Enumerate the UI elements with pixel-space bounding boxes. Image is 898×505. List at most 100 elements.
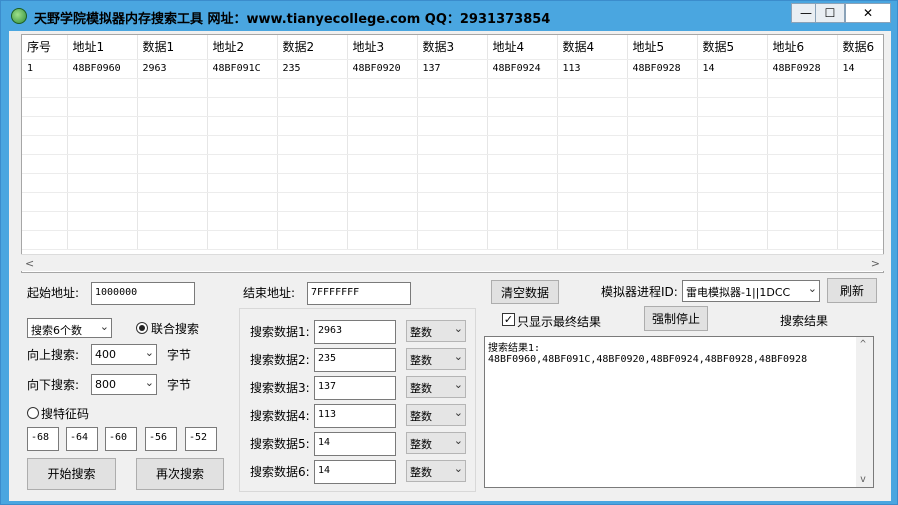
data-type-value-1: 整数	[410, 326, 432, 339]
offset-input-2[interactable]: -64	[66, 427, 98, 451]
search-again-button[interactable]: 再次搜索	[136, 458, 224, 490]
data-type-value-2: 整数	[410, 354, 432, 367]
offset-input-3[interactable]: -60	[105, 427, 137, 451]
process-select-value: 雷电模拟器-1||1DCC	[686, 286, 791, 299]
app-globe-icon	[11, 8, 27, 24]
search-data-label-6: 搜索数据6:	[250, 465, 310, 479]
chevron-down-icon: ⌄	[453, 350, 463, 363]
search-data-label-4: 搜索数据4:	[250, 409, 310, 423]
chevron-down-icon: ⌄	[144, 346, 154, 359]
refresh-button[interactable]: 刷新	[827, 278, 877, 303]
offset-input-5[interactable]: -52	[185, 427, 217, 451]
clear-data-button[interactable]: 清空数据	[491, 280, 559, 304]
table-row[interactable]	[22, 154, 883, 174]
search-count-value: 搜索6个数	[31, 324, 82, 337]
scroll-down-icon[interactable]: v	[860, 474, 866, 485]
table-row[interactable]	[22, 97, 883, 117]
feature-code-label: 搜特征码	[41, 407, 90, 421]
table-cell: 1	[22, 59, 68, 79]
column-header[interactable]: 序号	[22, 35, 68, 60]
search-data-label-5: 搜索数据5:	[250, 437, 310, 451]
column-header[interactable]: 地址3	[347, 35, 418, 60]
data-type-select-5[interactable]: 整数 ⌄	[406, 432, 466, 454]
column-header[interactable]: 地址6	[767, 35, 838, 60]
app-window: 天野学院模拟器内存搜索工具 网址：www.tianyecollege.com Q…	[0, 0, 898, 505]
table-row[interactable]	[22, 211, 883, 231]
scroll-up-icon[interactable]: ^	[860, 339, 866, 350]
scroll-right-icon[interactable]: >	[871, 257, 880, 270]
force-stop-button[interactable]: 强制停止	[644, 306, 708, 331]
data-type-select-2[interactable]: 整数 ⌄	[406, 348, 466, 370]
process-id-label: 模拟器进程ID:	[601, 285, 678, 299]
table-row[interactable]	[22, 116, 883, 136]
search-count-select[interactable]: 搜索6个数 ⌄	[27, 318, 112, 338]
search-data-input-3[interactable]: 137	[314, 376, 396, 400]
data-type-select-1[interactable]: 整数 ⌄	[406, 320, 466, 342]
chevron-down-icon: ⌄	[144, 376, 154, 389]
table-cell: 235	[277, 59, 348, 79]
results-table[interactable]: 序号 地址1 数据1 地址2 数据2 地址3 数据3 地址4 数据4 地址5 数…	[21, 34, 884, 273]
table-row[interactable]	[22, 230, 883, 250]
chevron-down-icon: ⌄	[453, 462, 463, 475]
table-row[interactable]	[22, 192, 883, 212]
search-data-input-1[interactable]: 2963	[314, 320, 396, 344]
table-cell: 14	[837, 59, 883, 79]
up-search-label: 向上搜索:	[27, 348, 80, 362]
chevron-down-icon: ⌄	[807, 282, 817, 295]
column-header[interactable]: 数据3	[417, 35, 488, 60]
search-result-textarea[interactable]: 搜索结果1: 48BF0960,48BF091C,48BF0920,48BF09…	[484, 336, 874, 488]
start-address-input[interactable]: 1000000	[91, 282, 195, 305]
up-search-select[interactable]: 400 ⌄	[91, 344, 157, 365]
column-header[interactable]: 地址1	[67, 35, 138, 60]
final-only-label: 只显示最终结果	[517, 315, 602, 329]
data-type-select-4[interactable]: 整数 ⌄	[406, 404, 466, 426]
search-data-input-6[interactable]: 14	[314, 460, 396, 484]
column-header[interactable]: 数据1	[137, 35, 208, 60]
data-type-value-5: 整数	[410, 438, 432, 451]
search-data-input-5[interactable]: 14	[314, 432, 396, 456]
search-data-input-2[interactable]: 235	[314, 348, 396, 372]
search-data-label-2: 搜索数据2:	[250, 353, 310, 367]
maximize-button[interactable]: ☐	[815, 3, 845, 23]
combined-search-radio[interactable]	[136, 322, 148, 334]
scroll-left-icon[interactable]: <	[25, 257, 34, 270]
table-row[interactable]	[22, 173, 883, 193]
close-button[interactable]: ✕	[845, 3, 891, 23]
final-only-checkbox[interactable]: ✓	[502, 313, 515, 326]
title-bar[interactable]: 天野学院模拟器内存搜索工具 网址：www.tianyecollege.com Q…	[1, 1, 897, 31]
offset-input-4[interactable]: -56	[145, 427, 177, 451]
start-address-label: 起始地址:	[27, 286, 80, 300]
column-header[interactable]: 数据4	[557, 35, 628, 60]
search-data-input-4[interactable]: 113	[314, 404, 396, 428]
down-search-select[interactable]: 800 ⌄	[91, 374, 157, 395]
offset-input-1[interactable]: -68	[27, 427, 59, 451]
process-select[interactable]: 雷电模拟器-1||1DCC ⌄	[682, 280, 820, 302]
end-address-input[interactable]: 7FFFFFFF	[307, 282, 411, 305]
down-bytes-unit: 字节	[167, 378, 192, 392]
column-header[interactable]: 地址5	[627, 35, 698, 60]
vertical-scrollbar[interactable]: ^ v	[856, 337, 873, 487]
data-type-select-6[interactable]: 整数 ⌄	[406, 460, 466, 482]
column-header[interactable]: 数据2	[277, 35, 348, 60]
table-row[interactable]	[22, 78, 883, 98]
client-area: 序号 地址1 数据1 地址2 数据2 地址3 数据3 地址4 数据4 地址5 数…	[9, 31, 891, 501]
chevron-down-icon: ⌄	[453, 378, 463, 391]
chevron-down-icon: ⌄	[453, 322, 463, 335]
table-row[interactable]: 1 48BF0960 2963 48BF091C 235 48BF0920 13…	[22, 59, 883, 79]
column-header[interactable]: 数据5	[697, 35, 768, 60]
table-cell: 48BF0928	[627, 59, 698, 79]
up-bytes-unit: 字节	[167, 348, 192, 362]
horizontal-scrollbar[interactable]: < >	[21, 254, 884, 271]
down-search-value: 800	[95, 378, 116, 391]
start-search-button[interactable]: 开始搜索	[27, 458, 116, 490]
combined-search-label: 联合搜索	[151, 322, 200, 336]
column-header[interactable]: 地址2	[207, 35, 278, 60]
chevron-down-icon: ⌄	[453, 434, 463, 447]
table-row[interactable]	[22, 135, 883, 155]
column-header[interactable]: 数据6	[837, 35, 883, 60]
feature-code-radio[interactable]	[27, 407, 39, 419]
result-line-1: 搜索结果1:	[488, 343, 541, 354]
data-type-select-3[interactable]: 整数 ⌄	[406, 376, 466, 398]
column-header[interactable]: 地址4	[487, 35, 558, 60]
data-type-value-6: 整数	[410, 466, 432, 479]
